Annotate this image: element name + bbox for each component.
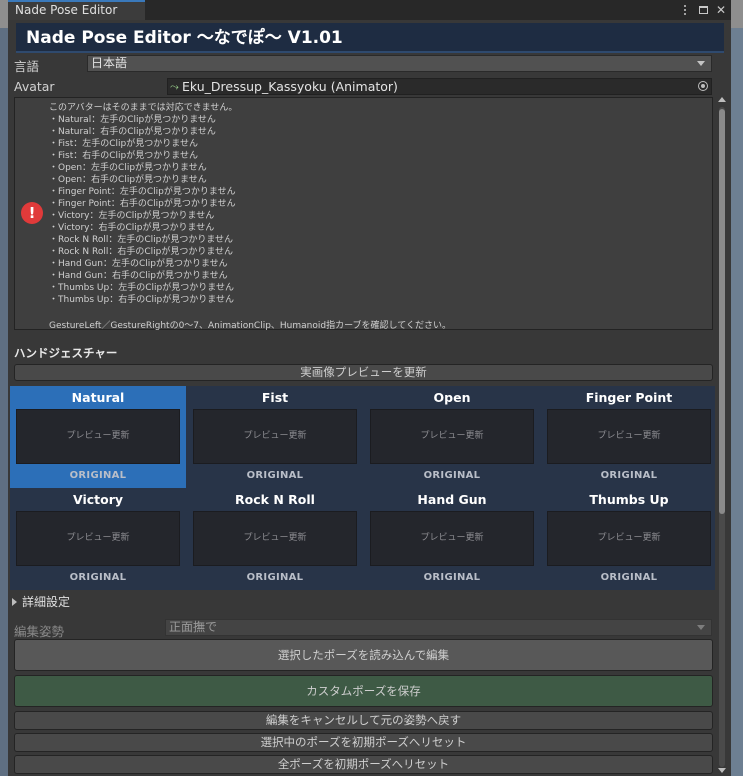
gesture-preview[interactable]: プレビュー更新 xyxy=(193,511,357,566)
avatar-label: Avatar xyxy=(14,79,55,94)
warning-intro: このアバターはそのままでは対応できません。 xyxy=(49,103,238,113)
page-title: Nade Pose Editor 〜なでぽ〜 V1.01 xyxy=(26,28,343,48)
gesture-preview[interactable]: プレビュー更新 xyxy=(193,409,357,464)
gesture-cell-rock-n-roll[interactable]: Rock N Roll プレビュー更新 ORIGINAL xyxy=(187,488,363,590)
warning-line: ・Victory：右手のClipが見つかりません xyxy=(49,223,215,233)
language-dropdown[interactable]: 日本語 xyxy=(87,55,712,72)
gesture-name: Rock N Roll xyxy=(235,492,315,507)
scroll-up-icon[interactable] xyxy=(718,97,726,102)
warning-line: ・Rock N Roll：左手のClipが見つかりません xyxy=(49,235,234,245)
gesture-name: Victory xyxy=(72,492,124,507)
warning-line: ・Natural：右手のClipが見つかりません xyxy=(49,127,216,137)
reset-selected-pose-button[interactable]: 選択中のポーズを初期ポーズへリセット xyxy=(14,733,713,752)
more-options-icon[interactable] xyxy=(679,3,691,17)
edit-pose-label: 編集姿勢 xyxy=(14,624,65,639)
reset-all-poses-button[interactable]: 全ポーズを初期ポーズへリセット xyxy=(14,755,713,774)
warning-line: ・Hand Gun：右手のClipが見つかりません xyxy=(49,271,228,281)
gesture-cell-thumbs-up[interactable]: Thumbs Up プレビュー更新 ORIGINAL xyxy=(541,488,717,590)
gesture-tag: ORIGINAL xyxy=(423,470,481,481)
warning-footer: GestureLeft／GestureRightの0〜7、AnimationCl… xyxy=(49,321,452,331)
vertical-scrollbar[interactable] xyxy=(717,97,727,776)
gesture-name: Natural xyxy=(71,390,125,405)
maximize-icon[interactable] xyxy=(697,3,709,17)
gesture-tag: ORIGINAL xyxy=(246,572,304,583)
warning-line: ・Fist：右手のClipが見つかりません xyxy=(49,151,198,161)
gesture-name: Open xyxy=(433,390,471,405)
save-custom-pose-button[interactable]: カスタムポーズを保存 xyxy=(14,675,713,707)
gesture-preview[interactable]: プレビュー更新 xyxy=(547,409,711,464)
gesture-name: Finger Point xyxy=(585,390,673,405)
warning-line: ・Rock N Roll：右手のClipが見つかりません xyxy=(49,247,234,257)
gesture-cell-natural[interactable]: Natural プレビュー更新 ORIGINAL xyxy=(10,386,186,488)
details-foldout-label: 詳細設定 xyxy=(22,595,71,609)
chevron-right-icon xyxy=(12,598,17,606)
edit-pose-value: 正面撫で xyxy=(169,620,218,634)
warning-line: ・Victory：左手のClipが見つかりません xyxy=(49,211,215,221)
gesture-preview[interactable]: プレビュー更新 xyxy=(547,511,711,566)
avatar-field[interactable]: ⤳ Eku_Dressup_Kassyoku (Animator) xyxy=(167,78,712,95)
gesture-name: Hand Gun xyxy=(417,492,487,507)
scroll-down-icon[interactable] xyxy=(718,768,726,773)
window-controls: ✕ xyxy=(679,1,727,19)
cancel-edit-button[interactable]: 編集をキャンセルして元の姿勢へ戻す xyxy=(14,711,713,730)
gesture-cell-hand-gun[interactable]: Hand Gun プレビュー更新 ORIGINAL xyxy=(364,488,540,590)
language-label: 言語 xyxy=(14,59,40,74)
error-icon: ! xyxy=(21,202,43,224)
gesture-tag: ORIGINAL xyxy=(246,470,304,481)
gesture-tag: ORIGINAL xyxy=(600,470,658,481)
warning-lines: このアバターはそのままでは対応できません。 ・Natural：左手のClipが見… xyxy=(49,102,237,306)
gesture-preview[interactable]: プレビュー更新 xyxy=(16,511,180,566)
chevron-down-icon xyxy=(697,625,705,630)
language-value: 日本語 xyxy=(91,56,128,70)
gesture-cell-fist[interactable]: Fist プレビュー更新 ORIGINAL xyxy=(187,386,363,488)
details-foldout[interactable]: 詳細設定 xyxy=(12,593,70,610)
tab-bar: Nade Pose Editor ✕ xyxy=(8,0,731,20)
warning-line: ・Open：右手のClipが見つかりません xyxy=(49,175,207,185)
gesture-cell-finger-point[interactable]: Finger Point プレビュー更新 ORIGINAL xyxy=(541,386,717,488)
refresh-preview-button[interactable]: 実画像プレビューを更新 xyxy=(14,364,713,381)
gesture-tag: ORIGINAL xyxy=(69,470,127,481)
warning-line: ・Finger Point：左手のClipが見つかりません xyxy=(49,187,236,197)
gesture-cell-victory[interactable]: Victory プレビュー更新 ORIGINAL xyxy=(10,488,186,590)
gesture-name: Fist xyxy=(261,390,289,405)
gesture-cell-open[interactable]: Open プレビュー更新 ORIGINAL xyxy=(364,386,540,488)
warning-helpbox: ! このアバターはそのままでは対応できません。 ・Natural：左手のClip… xyxy=(14,97,713,331)
scrollbar-thumb[interactable] xyxy=(719,109,725,514)
animator-icon: ⤳ xyxy=(170,80,179,93)
warning-line: ・Hand Gun：左手のClipが見つかりません xyxy=(49,259,228,269)
gesture-grid: Natural プレビュー更新 ORIGINAL Fist プレビュー更新 OR… xyxy=(10,386,715,590)
load-pose-button[interactable]: 選択したポーズを読み込んで編集 xyxy=(14,639,713,671)
window-tab[interactable]: Nade Pose Editor xyxy=(8,0,145,20)
gesture-tag: ORIGINAL xyxy=(423,572,481,583)
edit-pose-dropdown[interactable]: 正面撫で xyxy=(165,619,712,636)
warning-line: ・Thumbs Up：右手のClipが見つかりません xyxy=(49,295,234,305)
gesture-name: Thumbs Up xyxy=(589,492,669,507)
close-icon[interactable]: ✕ xyxy=(715,3,727,17)
section-title-gestures: ハンドジェスチャー xyxy=(14,346,118,360)
gesture-preview[interactable]: プレビュー更新 xyxy=(16,409,180,464)
warning-line: ・Thumbs Up：左手のClipが見つかりません xyxy=(49,283,234,293)
gesture-preview[interactable]: プレビュー更新 xyxy=(370,409,534,464)
title-header: Nade Pose Editor 〜なでぽ〜 V1.01 xyxy=(16,23,724,53)
avatar-value: Eku_Dressup_Kassyoku (Animator) xyxy=(182,79,398,94)
gesture-tag: ORIGINAL xyxy=(69,572,127,583)
warning-line: ・Natural：左手のClipが見つかりません xyxy=(49,115,216,125)
warning-line: ・Open：左手のClipが見つかりません xyxy=(49,163,207,173)
object-picker-icon[interactable] xyxy=(698,81,708,91)
editor-window: Nade Pose Editor ✕ Nade Pose Editor 〜なでぽ… xyxy=(8,0,731,776)
gesture-tag: ORIGINAL xyxy=(600,572,658,583)
gesture-preview[interactable]: プレビュー更新 xyxy=(370,511,534,566)
warning-line: ・Fist：左手のClipが見つかりません xyxy=(49,139,198,149)
chevron-down-icon xyxy=(697,61,705,66)
warning-line: ・Finger Point：右手のClipが見つかりません xyxy=(49,199,236,209)
